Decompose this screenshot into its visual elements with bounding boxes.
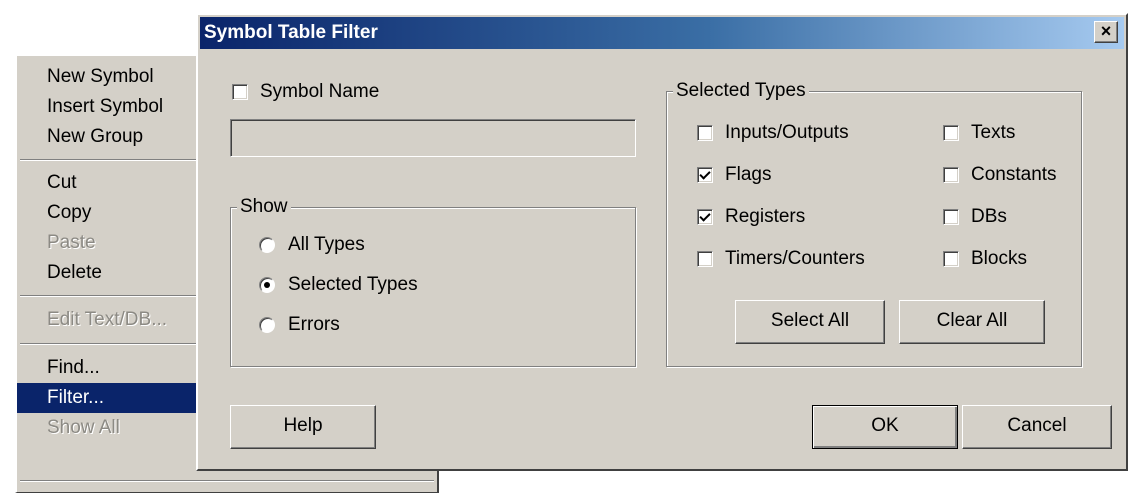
checkbox-registers[interactable]: Registers (697, 206, 805, 228)
radio-selected-types[interactable]: Selected Types (259, 274, 418, 296)
menu-separator (20, 295, 198, 297)
menu-item-show-all: Show All (47, 417, 120, 438)
radio-selected-types-label: Selected Types (288, 274, 418, 295)
title-bar[interactable]: Symbol Table Filter × (200, 17, 1124, 49)
menu-item-find[interactable]: Find... (17, 353, 198, 383)
checkbox-flags[interactable]: Flags (697, 164, 771, 186)
checkbox-icon[interactable] (943, 125, 959, 141)
menu-item-insert-symbol[interactable]: Insert Symbol (17, 92, 198, 122)
checkbox-icon[interactable] (943, 167, 959, 183)
select-all-button[interactable]: Select All (735, 300, 885, 344)
checkbox-blocks[interactable]: Blocks (943, 248, 1027, 270)
symbol-name-label: Symbol Name (260, 81, 380, 102)
menu-item-filter[interactable]: Filter... (17, 383, 198, 413)
menu-item-cut[interactable]: Cut (17, 168, 198, 198)
checkbox-icon[interactable] (697, 167, 713, 183)
checkbox-dbs-label: DBs (971, 206, 1007, 227)
checkbox-dbs[interactable]: DBs (943, 206, 1007, 228)
menu-item-new-group[interactable]: New Group (17, 122, 198, 152)
checkbox-timers-counters[interactable]: Timers/Counters (697, 248, 865, 270)
close-button[interactable]: × (1094, 21, 1118, 43)
checkbox-icon[interactable] (697, 251, 713, 267)
radio-all-types[interactable]: All Types (259, 234, 365, 256)
checkbox-constants[interactable]: Constants (943, 164, 1057, 186)
menu-item-copy[interactable]: Copy (17, 198, 198, 228)
checkbox-icon[interactable] (697, 125, 713, 141)
checkbox-icon[interactable] (943, 251, 959, 267)
dialog-title: Symbol Table Filter (204, 22, 378, 43)
checkbox-timers-counters-label: Timers/Counters (725, 248, 865, 269)
clear-all-button[interactable]: Clear All (899, 300, 1045, 344)
checkbox-inputs-outputs-label: Inputs/Outputs (725, 122, 849, 143)
menu-item-delete[interactable]: Delete (17, 258, 198, 288)
radio-icon[interactable] (259, 237, 275, 253)
menu-item-edit-text-db: Edit Text/DB... (47, 309, 168, 330)
symbol-name-checkbox-row[interactable]: Symbol Name (232, 81, 379, 103)
selected-types-legend: Selected Types (673, 80, 809, 102)
ok-button[interactable]: OK (812, 405, 958, 449)
cancel-button[interactable]: Cancel (962, 405, 1112, 449)
checkbox-texts[interactable]: Texts (943, 122, 1015, 144)
radio-icon[interactable] (259, 317, 275, 333)
checkbox-registers-label: Registers (725, 206, 806, 227)
radio-errors[interactable]: Errors (259, 314, 340, 336)
symbol-name-checkbox[interactable] (232, 84, 248, 100)
show-group: Show All Types Selected Types Errors (230, 196, 636, 367)
checkbox-constants-label: Constants (971, 164, 1057, 185)
symbol-table-filter-dialog: Symbol Table Filter × Symbol Name Show A… (196, 13, 1128, 471)
checkbox-icon[interactable] (943, 209, 959, 225)
menu-item-new-symbol[interactable]: New Symbol (17, 62, 198, 92)
radio-all-types-label: All Types (288, 234, 365, 255)
menu-separator (20, 159, 198, 161)
menu-item-paste: Paste (47, 232, 96, 253)
menu-separator (20, 480, 434, 482)
checkbox-blocks-label: Blocks (971, 248, 1027, 269)
help-button[interactable]: Help (230, 405, 376, 449)
show-legend: Show (237, 196, 291, 218)
symbol-name-input[interactable] (230, 119, 636, 157)
checkbox-texts-label: Texts (971, 122, 1016, 143)
checkbox-inputs-outputs[interactable]: Inputs/Outputs (697, 122, 849, 144)
radio-icon[interactable] (259, 277, 275, 293)
radio-errors-label: Errors (288, 314, 340, 335)
close-icon: × (1100, 21, 1112, 41)
checkbox-icon[interactable] (697, 209, 713, 225)
checkbox-flags-label: Flags (725, 164, 772, 185)
selected-types-group: Selected Types Inputs/Outputs Flags Regi… (666, 80, 1082, 367)
menu-separator (20, 343, 198, 345)
